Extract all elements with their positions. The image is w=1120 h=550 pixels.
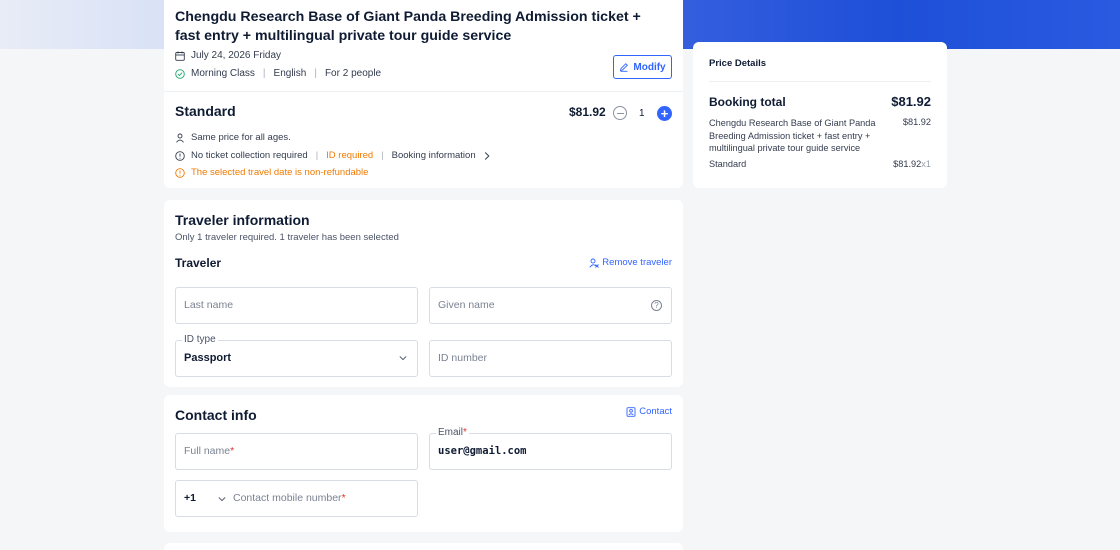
mobile-placeholder: Contact mobile number*: [233, 492, 346, 504]
id-number-field[interactable]: ID number: [429, 340, 672, 377]
id-required-text: ID required: [326, 150, 374, 161]
contact-card: Contact info Contact Full name* Email* u…: [164, 395, 683, 532]
package-price: $81.92: [569, 105, 606, 119]
pencil-icon: [620, 63, 629, 72]
person-icon: [176, 133, 184, 143]
next-section-card: [164, 543, 683, 550]
booking-total-value: $81.92: [891, 94, 931, 109]
travel-date: July 24, 2026 Friday: [191, 50, 282, 61]
no-collection-text: No ticket collection required: [191, 150, 308, 161]
package-name: Standard: [175, 103, 236, 119]
non-refundable-text: The selected travel date is non-refundab…: [191, 167, 369, 178]
quantity-value: 1: [639, 108, 645, 119]
chevron-down-icon[interactable]: [218, 495, 226, 503]
item-name: Chengdu Research Base of Giant Panda Bre…: [709, 118, 876, 153]
warning-icon: [175, 167, 185, 178]
traveler-section-title: Traveler information: [175, 212, 310, 228]
full-name-placeholder: Full name*: [184, 445, 235, 457]
calendar-icon: [175, 51, 185, 61]
help-icon[interactable]: ?: [651, 300, 662, 311]
remove-traveler-button[interactable]: Remove traveler: [589, 257, 672, 268]
last-name-placeholder: Last name: [184, 299, 234, 311]
package-price: $81.92x1: [893, 159, 931, 169]
option-class: Morning Class: [191, 68, 255, 79]
chevron-down-icon: [399, 356, 407, 361]
booking-info-link[interactable]: Booking information: [392, 150, 476, 161]
remove-traveler-label: Remove traveler: [602, 257, 672, 268]
product-title: Chengdu Research Base of Giant Panda Bre…: [175, 9, 641, 44]
email-field[interactable]: Email* user@gmail.com: [429, 427, 672, 470]
increase-quantity-button[interactable]: +: [657, 106, 672, 121]
price-details-title: Price Details: [709, 58, 767, 69]
option-group-size: For 2 people: [324, 68, 382, 79]
modify-label: Modify: [633, 61, 666, 73]
mobile-field[interactable]: +1 Contact mobile number*: [175, 480, 418, 517]
ticket-info-row: No ticket collection required | ID requir…: [175, 150, 492, 161]
email-value: user@gmail.com: [438, 445, 527, 457]
same-price-text: Same price for all ages.: [191, 132, 291, 143]
info-icon: [175, 150, 185, 161]
contact-section-title: Contact info: [175, 407, 257, 423]
package-label: Standard: [709, 159, 747, 169]
options-row: Morning Class | English | For 2 people: [175, 68, 381, 79]
check-circle-icon: [175, 68, 185, 79]
id-number-placeholder: ID number: [438, 352, 488, 364]
chevron-right-icon[interactable]: [482, 151, 492, 161]
id-type-select[interactable]: ID type Passport: [175, 334, 418, 377]
price-details-card: Price Details Booking total $81.92 Cheng…: [693, 42, 947, 188]
given-name-placeholder: Given name: [438, 299, 495, 311]
remove-person-icon: [589, 258, 600, 268]
divider: [164, 91, 683, 92]
contact-card-icon: [626, 406, 636, 417]
travel-date-row: July 24, 2026 Friday: [175, 50, 281, 61]
full-name-field[interactable]: Full name*: [175, 433, 418, 470]
traveler-card: Traveler information Only 1 traveler req…: [164, 200, 683, 387]
divider: [709, 81, 931, 82]
refund-warning-row: The selected travel date is non-refundab…: [175, 167, 368, 178]
modify-button[interactable]: Modify: [613, 55, 672, 79]
traveler-label: Traveler: [175, 256, 222, 270]
decrease-quantity-button[interactable]: [613, 106, 627, 120]
contact-link-button[interactable]: Contact: [626, 406, 672, 417]
item-price: $81.92: [902, 117, 931, 127]
same-price-row: Same price for all ages.: [175, 132, 291, 143]
given-name-field[interactable]: Given name ?: [429, 287, 672, 324]
traveler-subtitle: Only 1 traveler required. 1 traveler has…: [175, 232, 399, 243]
booking-total-label: Booking total: [709, 95, 786, 109]
country-code[interactable]: +1: [184, 492, 196, 504]
id-type-value: Passport: [184, 352, 232, 364]
option-language: English: [273, 68, 307, 79]
last-name-field[interactable]: Last name: [175, 287, 418, 324]
product-card: Chengdu Research Base of Giant Panda Bre…: [164, 0, 683, 188]
id-type-label: ID type: [182, 334, 218, 345]
contact-link-label: Contact: [639, 406, 672, 417]
email-label: Email*: [436, 427, 469, 438]
